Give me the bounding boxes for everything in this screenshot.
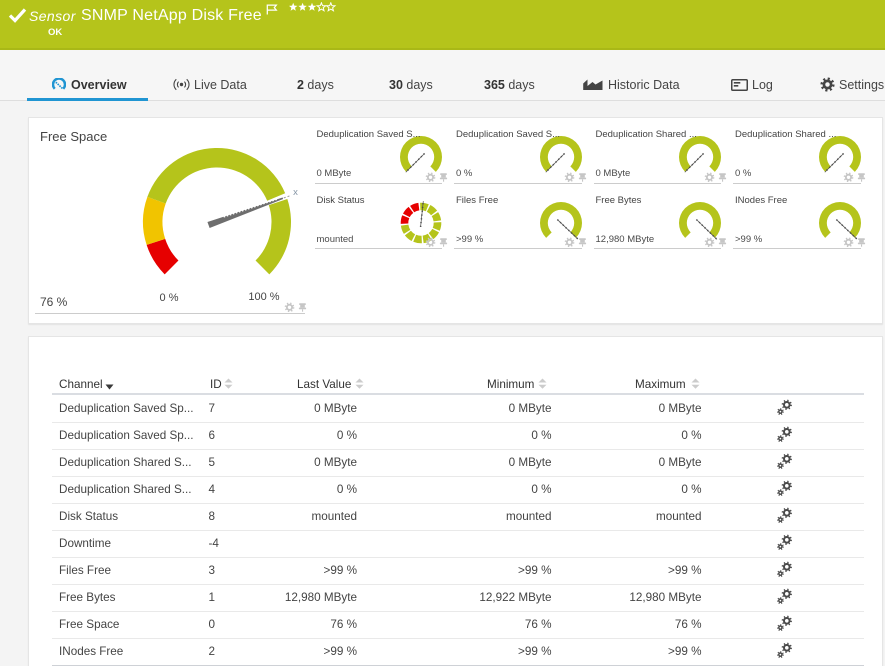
svg-text:x: x [293, 187, 298, 198]
